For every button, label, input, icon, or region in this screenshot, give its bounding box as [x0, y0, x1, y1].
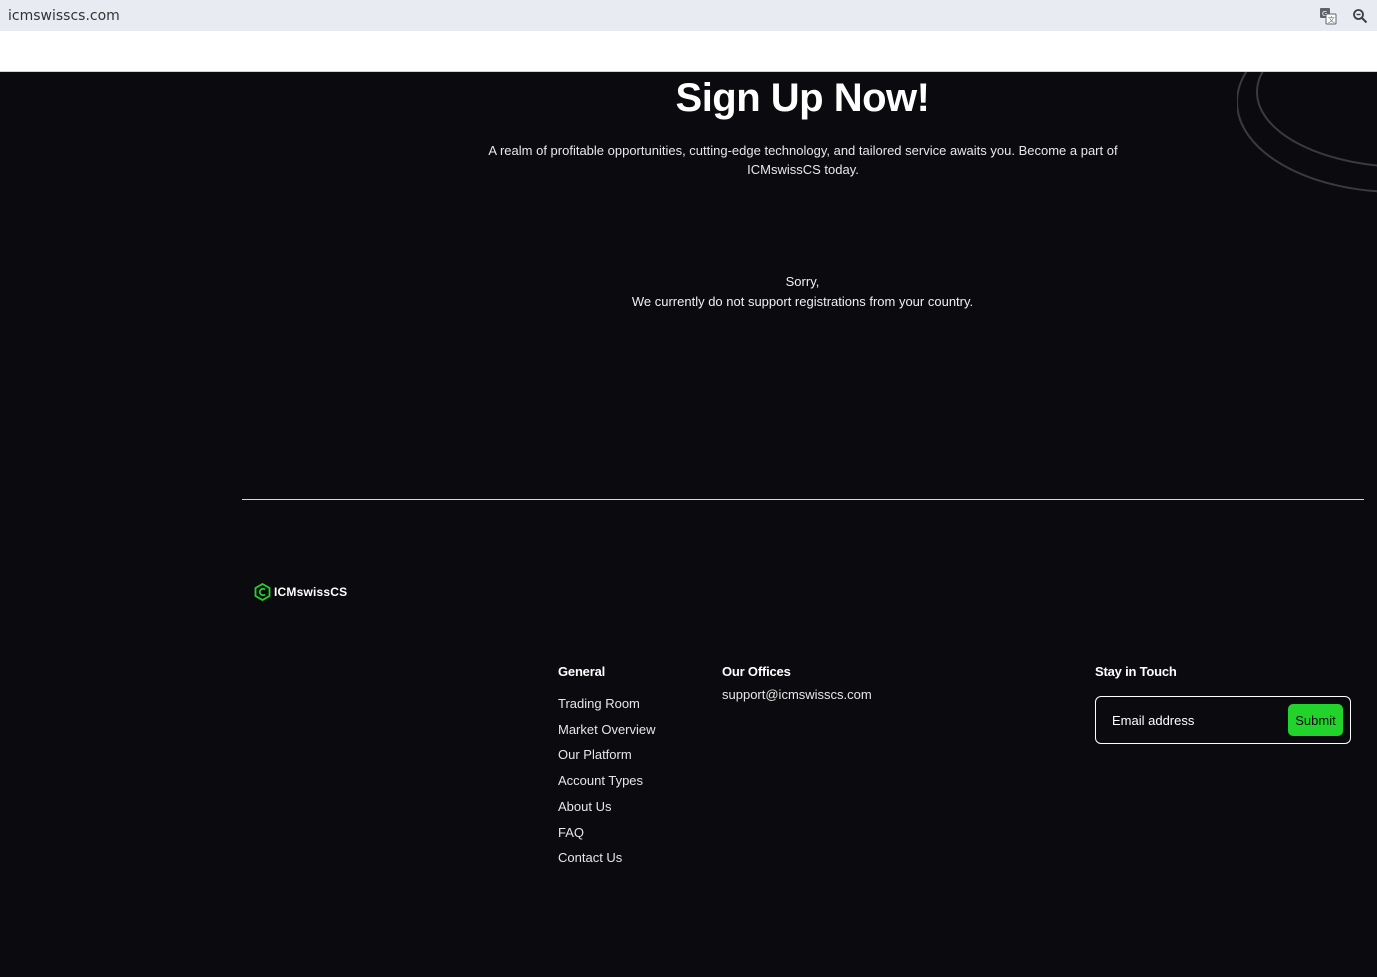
- general-heading: General: [558, 664, 606, 679]
- hero-subtitle-line1: A realm of profitable opportunities, cut…: [488, 143, 1118, 158]
- page-title: Sign Up Now!: [675, 76, 930, 120]
- footer-link-about-us[interactable]: About Us: [558, 794, 656, 820]
- hero-subtitle: A realm of profitable opportunities, cut…: [482, 141, 1124, 179]
- hero-subtitle-line2: ICMswissCS today.: [747, 162, 859, 177]
- notice-line2: We currently do not support registration…: [631, 294, 974, 309]
- footer-link-our-platform[interactable]: Our Platform: [558, 742, 656, 768]
- unsupported-country-notice: Sorry, We currently do not support regis…: [0, 272, 1377, 312]
- svg-text:文: 文: [1328, 15, 1335, 24]
- footer-logo[interactable]: ICMswissCS: [254, 583, 347, 601]
- footer-link-trading-room[interactable]: Trading Room: [558, 691, 656, 717]
- footer-link-contact-us[interactable]: Contact Us: [558, 845, 656, 871]
- page-content: Sign Up Now! A realm of profitable oppor…: [0, 72, 1377, 977]
- support-email-link[interactable]: support@icmswisscs.com: [722, 687, 872, 702]
- notice-line1: Sorry,: [785, 274, 820, 289]
- footer-link-account-types[interactable]: Account Types: [558, 768, 656, 794]
- email-input[interactable]: [1112, 712, 1288, 728]
- stay-in-touch-heading: Stay in Touch: [1095, 664, 1177, 679]
- footer-link-faq[interactable]: FAQ: [558, 820, 656, 846]
- translate-icon[interactable]: G 文: [1319, 7, 1337, 25]
- submit-button[interactable]: Submit: [1288, 704, 1343, 736]
- browser-address-bar[interactable]: icmswisscs.com G 文: [0, 0, 1377, 31]
- url-text[interactable]: icmswisscs.com: [8, 8, 1319, 24]
- footer-general-column: General Trading Room Market Overview Our…: [558, 664, 656, 871]
- footer-touch-column: Stay in Touch: [1095, 664, 1177, 691]
- newsletter-form: Submit: [1095, 696, 1351, 744]
- footer-divider: [242, 499, 1364, 500]
- logo-text: ICMswissCS: [274, 585, 348, 599]
- site-header-bar: [0, 31, 1377, 72]
- offices-heading: Our Offices: [722, 664, 791, 679]
- footer-offices-column: Our Offices support@icmswisscs.com: [722, 664, 872, 702]
- zoom-icon[interactable]: [1351, 7, 1369, 25]
- logo-icon: [254, 583, 271, 601]
- footer-link-market-overview[interactable]: Market Overview: [558, 717, 656, 743]
